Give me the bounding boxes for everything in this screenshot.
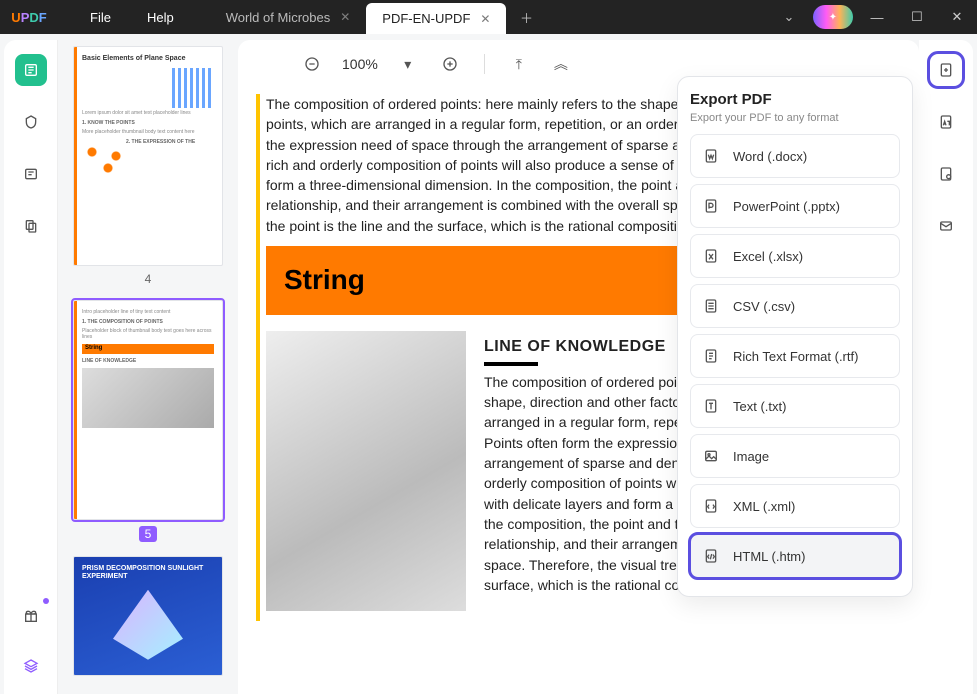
tab-label: World of Microbes (226, 10, 331, 25)
tab-world-of-microbes[interactable]: World of Microbes ✕ (210, 0, 367, 34)
export-xml[interactable]: XML (.xml) (690, 484, 900, 528)
zoom-level[interactable]: 100% (342, 56, 378, 72)
pdf-a-button[interactable] (930, 106, 962, 138)
export-label: Text (.txt) (733, 399, 786, 414)
left-toolbar (4, 40, 58, 694)
thumbnail-page-5[interactable]: Intro placeholder line of tiny text cont… (73, 300, 223, 520)
panel-title: Export PDF (690, 91, 900, 108)
export-label: HTML (.htm) (733, 549, 805, 564)
thumbnail-panel: Basic Elements of Plane Space Lorem ipsu… (58, 34, 238, 694)
export-label: XML (.xml) (733, 499, 795, 514)
menu-file[interactable]: File (90, 10, 111, 25)
export-label: Image (733, 449, 769, 464)
export-html[interactable]: HTML (.htm) (690, 534, 900, 578)
export-word[interactable]: Word (.docx) (690, 134, 900, 178)
export-label: PowerPoint (.pptx) (733, 199, 840, 214)
rtf-icon (703, 348, 721, 364)
tab-label: PDF-EN-UPDF (382, 11, 470, 26)
main-menu: File Help (58, 0, 210, 34)
excel-icon (703, 248, 721, 264)
right-toolbar (919, 40, 973, 694)
zoom-out-button[interactable] (300, 56, 324, 72)
tab-strip: World of Microbes ✕ PDF-EN-UPDF ✕ ＋ (210, 0, 769, 34)
close-window-button[interactable]: ✕ (937, 9, 977, 25)
thumbnail-page-4[interactable]: Basic Elements of Plane Space Lorem ipsu… (73, 46, 223, 266)
zoom-dropdown-icon[interactable]: ▾ (396, 56, 420, 73)
page-number: 4 (145, 272, 152, 286)
image-icon (703, 448, 721, 464)
close-icon[interactable]: ✕ (480, 12, 490, 26)
export-powerpoint[interactable]: PowerPoint (.pptx) (690, 184, 900, 228)
gift-icon[interactable] (15, 600, 47, 632)
export-text[interactable]: Text (.txt) (690, 384, 900, 428)
export-rtf[interactable]: Rich Text Format (.rtf) (690, 334, 900, 378)
layers-icon[interactable] (15, 650, 47, 682)
powerpoint-icon (703, 198, 721, 214)
export-label: CSV (.csv) (733, 299, 795, 314)
export-pdf-panel: Export PDF Export your PDF to any format… (677, 76, 913, 597)
maximize-button[interactable]: ☐ (897, 9, 937, 25)
thumbnail-page-6[interactable]: PRISM DECOMPOSITION SUNLIGHT EXPERIMENT (73, 556, 223, 676)
figure-image (266, 331, 466, 611)
ai-badge[interactable]: ✦ (813, 5, 853, 29)
main-area: Basic Elements of Plane Space Lorem ipsu… (0, 34, 977, 694)
panel-subtitle: Export your PDF to any format (690, 112, 900, 124)
thumb-title: PRISM DECOMPOSITION SUNLIGHT EXPERIMENT (82, 565, 214, 582)
protect-pdf-button[interactable] (930, 158, 962, 190)
xml-icon (703, 498, 721, 514)
text-icon (703, 398, 721, 414)
thumb-section: 1. KNOW THE POINTS (82, 120, 214, 126)
thumb-section: 1. THE COMPOSITION OF POINTS (82, 319, 214, 325)
tab-pdf-en-updf[interactable]: PDF-EN-UPDF ✕ (366, 3, 506, 34)
zoom-in-button[interactable] (438, 56, 462, 72)
menu-help[interactable]: Help (147, 10, 174, 25)
new-tab-button[interactable]: ＋ (506, 0, 546, 34)
edit-text-button[interactable] (15, 158, 47, 190)
thumb-heading: String (82, 344, 214, 354)
csv-icon (703, 298, 721, 314)
export-excel[interactable]: Excel (.xlsx) (690, 234, 900, 278)
export-label: Word (.docx) (733, 149, 807, 164)
minimize-button[interactable]: — (857, 9, 897, 25)
reader-mode-button[interactable] (15, 54, 47, 86)
export-label: Excel (.xlsx) (733, 249, 803, 264)
mail-button[interactable] (930, 210, 962, 242)
title-bar-right: ⌄ ✦ — ☐ ✕ (769, 0, 977, 34)
collapse-up-icon[interactable]: ︽ (549, 54, 573, 74)
close-icon[interactable]: ✕ (340, 10, 350, 24)
organize-pages-button[interactable] (15, 210, 47, 242)
app-logo: UPDF (0, 0, 58, 34)
export-image[interactable]: Image (690, 434, 900, 478)
export-label: Rich Text Format (.rtf) (733, 349, 858, 364)
export-csv[interactable]: CSV (.csv) (690, 284, 900, 328)
thumb-subhead: LINE OF KNOWLEDGE (82, 358, 214, 364)
page-number-selected: 5 (139, 526, 158, 542)
word-icon (703, 148, 721, 164)
scroll-top-icon[interactable]: ⤒ (507, 56, 531, 73)
annotate-button[interactable] (15, 106, 47, 138)
title-bar: UPDF File Help World of Microbes ✕ PDF-E… (0, 0, 977, 34)
html-icon (703, 548, 721, 564)
thumb-title: Basic Elements of Plane Space (82, 55, 214, 62)
chevron-down-icon[interactable]: ⌄ (769, 9, 809, 25)
export-pdf-button[interactable] (930, 54, 962, 86)
